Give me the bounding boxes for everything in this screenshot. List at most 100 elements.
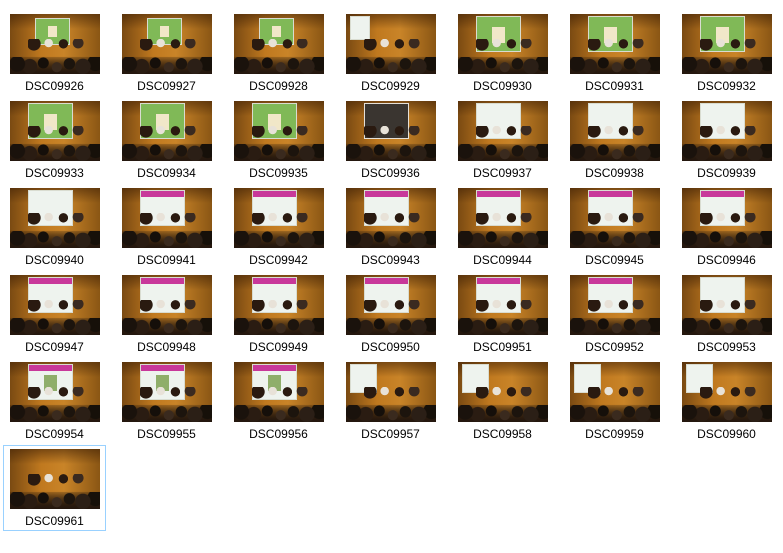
file-name-label: DSC09940 — [25, 253, 84, 267]
speaker-panel — [588, 387, 647, 403]
projector-screen — [349, 16, 370, 40]
file-thumbnail — [570, 101, 660, 161]
file-item[interactable]: DSC09952 — [563, 271, 666, 357]
file-item[interactable]: DSC09934 — [115, 97, 218, 183]
file-item[interactable]: DSC09932 — [675, 10, 778, 96]
file-name-label: DSC09959 — [585, 427, 644, 441]
file-item[interactable]: DSC09926 — [3, 10, 106, 96]
file-item[interactable]: DSC09927 — [115, 10, 218, 96]
audience — [10, 231, 100, 248]
file-name-label: DSC09926 — [25, 79, 84, 93]
speaker-panel — [252, 213, 311, 229]
file-item[interactable]: DSC09938 — [563, 97, 666, 183]
file-name-label: DSC09947 — [25, 340, 84, 354]
file-thumbnail — [122, 101, 212, 161]
audience — [234, 318, 324, 335]
file-item[interactable]: DSC09947 — [3, 271, 106, 357]
file-item[interactable]: DSC09950 — [339, 271, 442, 357]
file-item[interactable]: DSC09929 — [339, 10, 442, 96]
file-thumbnail — [122, 14, 212, 74]
file-item[interactable]: DSC09933 — [3, 97, 106, 183]
audience — [10, 57, 100, 74]
speaker-panel — [476, 126, 535, 142]
audience — [122, 57, 212, 74]
audience — [682, 405, 772, 422]
file-item[interactable]: DSC09949 — [227, 271, 330, 357]
file-item[interactable]: DSC09937 — [451, 97, 554, 183]
speaker-panel — [140, 213, 199, 229]
file-item[interactable]: DSC09951 — [451, 271, 554, 357]
file-item[interactable]: DSC09939 — [675, 97, 778, 183]
speaker-panel — [28, 213, 87, 229]
file-item[interactable]: DSC09928 — [227, 10, 330, 96]
audience — [682, 144, 772, 161]
file-name-label: DSC09933 — [25, 166, 84, 180]
file-thumbnail — [682, 275, 772, 335]
file-item[interactable]: DSC09954 — [3, 358, 106, 444]
file-item[interactable]: DSC09931 — [563, 10, 666, 96]
speaker-panel — [476, 213, 535, 229]
file-thumbnail — [458, 362, 548, 422]
file-thumbnail — [234, 188, 324, 248]
file-thumbnail — [682, 101, 772, 161]
file-thumbnail — [10, 14, 100, 74]
speaker-panel — [700, 39, 759, 55]
file-item[interactable]: DSC09955 — [115, 358, 218, 444]
file-thumbnail — [346, 362, 436, 422]
file-item[interactable]: DSC09930 — [451, 10, 554, 96]
file-name-label: DSC09946 — [697, 253, 756, 267]
file-name-label: DSC09948 — [137, 340, 196, 354]
file-name-label: DSC09952 — [585, 340, 644, 354]
file-name-label: DSC09941 — [137, 253, 196, 267]
file-item[interactable]: DSC09942 — [227, 184, 330, 270]
file-item[interactable]: DSC09935 — [227, 97, 330, 183]
file-item[interactable]: DSC09956 — [227, 358, 330, 444]
speaker-panel — [588, 300, 647, 316]
file-name-label: DSC09937 — [473, 166, 532, 180]
file-name-label: DSC09927 — [137, 79, 196, 93]
file-item[interactable]: DSC09943 — [339, 184, 442, 270]
file-thumbnail — [346, 275, 436, 335]
speaker-panel — [252, 126, 311, 142]
file-item[interactable]: DSC09948 — [115, 271, 218, 357]
speaker-panel — [252, 39, 311, 55]
file-item[interactable]: DSC09941 — [115, 184, 218, 270]
file-name-label: DSC09960 — [697, 427, 756, 441]
file-thumbnail — [570, 275, 660, 335]
file-name-label: DSC09957 — [361, 427, 420, 441]
speaker-panel — [28, 387, 87, 403]
file-thumbnail — [570, 362, 660, 422]
file-item[interactable]: DSC09953 — [675, 271, 778, 357]
file-icon-grid: DSC09926 DSC09927 DSC09928 DSC09929 DSC09930… — [0, 0, 783, 553]
file-thumbnail — [682, 188, 772, 248]
audience — [346, 231, 436, 248]
file-item[interactable]: DSC09958 — [451, 358, 554, 444]
file-name-label: DSC09938 — [585, 166, 644, 180]
audience — [122, 318, 212, 335]
file-item[interactable]: DSC09959 — [563, 358, 666, 444]
file-name-label: DSC09928 — [249, 79, 308, 93]
audience — [10, 144, 100, 161]
file-item[interactable]: DSC09944 — [451, 184, 554, 270]
speaker-panel — [700, 126, 759, 142]
file-item[interactable]: DSC09957 — [339, 358, 442, 444]
file-thumbnail — [10, 101, 100, 161]
speaker-panel — [700, 387, 759, 403]
speaker-panel — [28, 39, 87, 55]
speaker-panel — [28, 126, 87, 142]
file-item[interactable]: DSC09961 — [3, 445, 106, 531]
file-item[interactable]: DSC09945 — [563, 184, 666, 270]
file-item[interactable]: DSC09960 — [675, 358, 778, 444]
file-name-label: DSC09930 — [473, 79, 532, 93]
audience — [458, 231, 548, 248]
file-name-label: DSC09929 — [361, 79, 420, 93]
file-item[interactable]: DSC09936 — [339, 97, 442, 183]
file-name-label: DSC09951 — [473, 340, 532, 354]
file-name-label: DSC09936 — [361, 166, 420, 180]
audience — [10, 492, 100, 509]
file-item[interactable]: DSC09940 — [3, 184, 106, 270]
file-thumbnail — [346, 101, 436, 161]
audience — [234, 144, 324, 161]
file-thumbnail — [458, 101, 548, 161]
file-item[interactable]: DSC09946 — [675, 184, 778, 270]
